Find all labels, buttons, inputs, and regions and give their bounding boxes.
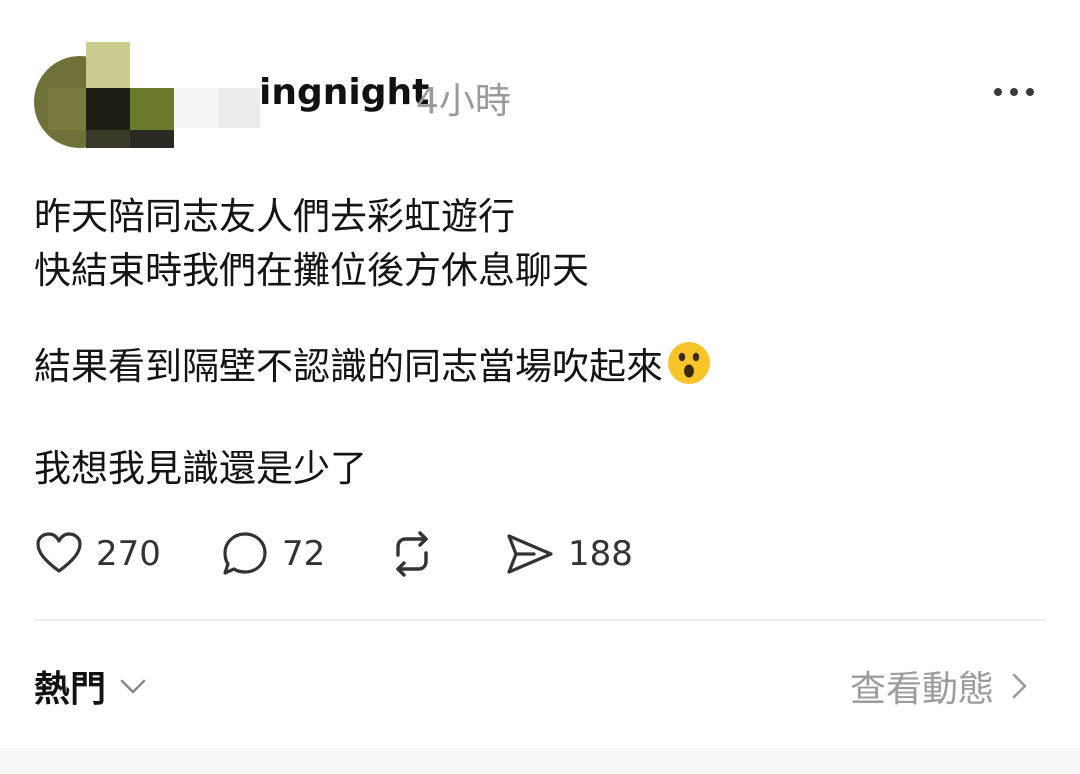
ellipsis-icon	[994, 88, 1034, 96]
more-options-button[interactable]	[984, 70, 1044, 114]
bottom-strip	[0, 748, 1080, 774]
mosaic-tile	[130, 88, 174, 130]
repost-button[interactable]	[386, 524, 450, 584]
view-activity-link[interactable]: 查看動態	[850, 656, 1034, 716]
mosaic-tile	[86, 42, 130, 88]
post-actions: 270 72 188	[34, 524, 734, 584]
mosaic-tile	[86, 130, 130, 148]
send-icon	[507, 534, 553, 574]
divider	[34, 619, 1046, 621]
post-timestamp: 4小時	[416, 81, 511, 122]
username[interactable]: ingnight	[259, 72, 429, 113]
like-count: 270	[96, 534, 161, 574]
chevron-right-icon	[1012, 673, 1027, 699]
mosaic-tile	[48, 88, 86, 130]
sort-label: 熱門	[34, 669, 107, 710]
comment-count: 72	[282, 534, 326, 574]
comment-bubble-icon	[223, 532, 267, 575]
comment-button[interactable]: 72	[220, 524, 325, 584]
mosaic-tile	[86, 88, 130, 130]
avatar[interactable]	[34, 42, 260, 148]
post-line: 昨天陪同志友人們去彩虹遊行	[34, 195, 515, 238]
heart-icon	[36, 532, 82, 573]
mosaic-tile	[130, 130, 174, 148]
share-count: 188	[568, 534, 633, 574]
surprised-face-emoji	[667, 341, 711, 400]
mosaic-tile	[218, 88, 260, 128]
mosaic-tile	[174, 88, 218, 128]
post-line: 結果看到隔壁不認識的同志當場吹起來	[34, 345, 663, 388]
view-activity-label: 查看動態	[849, 669, 994, 710]
post-page: ingnight 4小時 昨天陪同志友人們去彩虹遊行 快結束時我們在攤位後方休息…	[0, 0, 1080, 774]
sort-dropdown[interactable]: 熱門	[34, 656, 150, 716]
repost-icon	[396, 531, 428, 577]
post-line-with-emoji: 結果看到隔壁不認識的同志當場吹起來	[34, 340, 1034, 400]
post-line: 快結束時我們在攤位後方休息聊天	[34, 249, 589, 292]
share-button[interactable]: 188	[504, 524, 633, 584]
chevron-down-icon	[120, 679, 146, 694]
post-line: 我想我見識還是少了	[34, 447, 367, 490]
like-button[interactable]: 270	[34, 524, 161, 584]
post-text: 昨天陪同志友人們去彩虹遊行 快結束時我們在攤位後方休息聊天 結果看到隔壁不認識的…	[34, 190, 1034, 496]
